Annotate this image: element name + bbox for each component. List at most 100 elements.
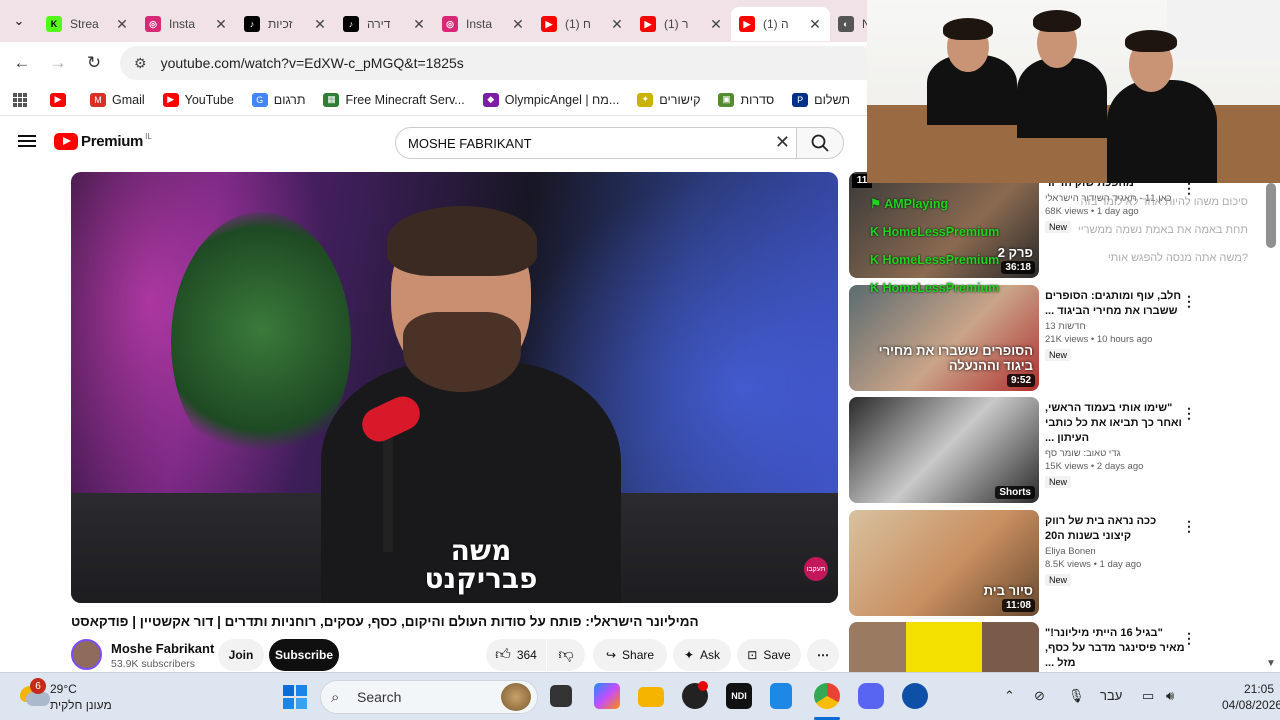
video-thumbnail[interactable]: [849, 622, 1039, 672]
search-button[interactable]: [796, 127, 844, 159]
start-windows-icon[interactable]: [282, 684, 308, 710]
video-thumbnail[interactable]: סיור בית 11:08: [849, 509, 1039, 616]
apps-icon[interactable]: [12, 92, 28, 108]
notepad-icon[interactable]: [770, 683, 792, 709]
channel-name[interactable]: Eliya Bonen: [1045, 546, 1185, 557]
browser-tab[interactable]: ◎ Insta ✕: [434, 7, 533, 41]
new-badge: New: [1045, 476, 1072, 488]
copilot-icon[interactable]: [594, 683, 620, 709]
reload-button[interactable]: ↻: [76, 45, 112, 81]
clock[interactable]: 21:05 04/08/2026: [1222, 681, 1280, 713]
tab-close-icon[interactable]: ✕: [610, 16, 624, 33]
channel-name[interactable]: Moshe Fabrikant: [111, 641, 214, 656]
bookmark-item[interactable]: ▦ Free Minecraft Serv...: [323, 92, 465, 107]
more-actions-button[interactable]: ⋯: [807, 639, 839, 671]
share-button[interactable]: ↪ Share: [593, 639, 667, 671]
bookmark-item[interactable]: ✦ קישורים: [637, 92, 700, 107]
microphone-icon[interactable]: 🎙︎: [1068, 688, 1085, 704]
youtube-premium-logo[interactable]: Premium IL: [54, 132, 152, 150]
more-options-icon[interactable]: ⋮: [1182, 405, 1196, 422]
browser-tab[interactable]: ◎ Insta ✕: [137, 7, 236, 41]
bookmark-item[interactable]: ◆ OlympicAngel | מח...: [482, 92, 619, 107]
tab-close-icon[interactable]: ✕: [709, 16, 723, 33]
recommended-video[interactable]: Shorts "שימו אותי בעמוד הראשי, ואחר כך תב…: [849, 397, 1269, 505]
ndi-icon[interactable]: NDI: [726, 683, 752, 709]
scroll-down-arrow-icon[interactable]: ▼: [1266, 658, 1276, 669]
ghost-line-2: תחת באמה את באמת נשמה ממשריי: [1077, 224, 1248, 236]
browser-tab[interactable]: ▶ (1) ר ✕: [632, 7, 731, 41]
more-options-icon[interactable]: ⋮: [1182, 630, 1196, 647]
recommended-video[interactable]: "בגיל 16 הייתי מיליונר!" מאיר פיסינגר מד…: [849, 622, 1269, 672]
tab-title: (1) ר: [664, 17, 689, 31]
clear-search-icon[interactable]: ✕: [775, 132, 790, 153]
video-title[interactable]: ככה נראה בית של רווק קיצוני בשנות ה20: [1045, 514, 1185, 544]
url-field[interactable]: ⚙ youtube.com/watch?v=EdXW-c_pMGQ&t=1825…: [120, 46, 880, 80]
more-options-icon[interactable]: ⋮: [1182, 293, 1196, 310]
video-title[interactable]: חלב, עוף ומותגים: הסופרים ששברו את מחירי…: [1045, 289, 1185, 319]
site-info-icon[interactable]: ⚙: [134, 55, 147, 72]
channel-name[interactable]: גדי טאוב: שומר סף: [1045, 448, 1185, 459]
bookmark-favicon-icon: ▶: [162, 92, 179, 107]
browser-tab[interactable]: ▶ (1) ח ✕: [533, 7, 632, 41]
channel-name[interactable]: חדשות 13: [1045, 321, 1185, 332]
display-icon[interactable]: ▭: [1142, 688, 1154, 704]
bookmark-favicon-icon: G: [251, 92, 268, 107]
chrome-icon[interactable]: [814, 683, 840, 709]
tab-search-button[interactable]: ⌄: [0, 0, 38, 42]
bookmark-item[interactable]: ▶: [50, 92, 72, 107]
subscribe-button[interactable]: Subscribe: [269, 639, 339, 671]
browser-tab[interactable]: ♪ דירה ✕: [335, 7, 434, 41]
video-player[interactable]: משה פבריקנט תעקבו: [71, 172, 838, 603]
task-view-icon[interactable]: [550, 685, 572, 707]
show-hidden-icons-icon[interactable]: ⌃: [1004, 688, 1015, 704]
browser-tab[interactable]: ▶ (1) ה ✕: [731, 7, 830, 41]
video-title[interactable]: "בגיל 16 הייתי מיליונר!" מאיר פיסינגר מד…: [1045, 626, 1185, 671]
teamviewer-icon[interactable]: [902, 683, 928, 709]
video-thumbnail[interactable]: Shorts: [849, 397, 1039, 503]
browser-tab[interactable]: K Strea ✕: [38, 7, 137, 41]
channel-watermark[interactable]: תעקבו: [804, 557, 828, 581]
tab-close-icon[interactable]: ✕: [214, 16, 228, 33]
tab-close-icon[interactable]: ✕: [313, 16, 327, 33]
tab-close-icon[interactable]: ✕: [412, 16, 426, 33]
url-text: youtube.com/watch?v=EdXW-c_pMGQ&t=1825s: [160, 55, 464, 71]
bookmark-label: תרגום: [273, 92, 306, 107]
volume-icon[interactable]: 🔊︎: [1166, 688, 1174, 704]
overlay-line-1: ⚑ AMPlaying: [870, 197, 949, 211]
search-input[interactable]: MOSHE FABRIKANT ✕: [395, 127, 797, 159]
bookmark-item[interactable]: P תשלום: [792, 92, 850, 107]
bookmark-item[interactable]: M Gmail: [90, 92, 145, 107]
discord-icon[interactable]: [858, 683, 884, 709]
channel-avatar[interactable]: [71, 639, 102, 670]
file-explorer-icon[interactable]: [638, 687, 664, 707]
bookmark-item[interactable]: G תרגום: [251, 92, 306, 107]
sparkle-icon: ✦: [683, 648, 695, 662]
tab-close-icon[interactable]: ✕: [808, 16, 822, 33]
language-indicator[interactable]: עבר: [1100, 688, 1122, 703]
join-button[interactable]: Join: [218, 639, 264, 671]
sidebar-scrollbar[interactable]: [1266, 183, 1276, 248]
taskbar-search[interactable]: ⌕ Search: [320, 680, 538, 714]
more-options-icon[interactable]: ⋮: [1182, 518, 1196, 535]
save-button[interactable]: ⊡ Save: [737, 639, 801, 671]
tab-close-icon[interactable]: ✕: [115, 16, 129, 33]
video-title[interactable]: "שימו אותי בעמוד הראשי, ואחר כך תביאו את…: [1045, 401, 1185, 446]
bookmark-item[interactable]: ▶ YouTube: [162, 92, 234, 107]
subscriber-count: 53.9K subscribers: [111, 658, 196, 670]
back-button[interactable]: ←: [4, 45, 40, 81]
dislike-button[interactable]: 👎︎: [547, 639, 585, 671]
tab-favicon-icon: ◎: [442, 16, 458, 32]
recommended-video[interactable]: סיור בית 11:08 ככה נראה בית של רווק קיצוני…: [849, 509, 1269, 618]
bookmark-item[interactable]: ▣ סדרות: [718, 92, 774, 107]
beard: [403, 312, 521, 392]
menu-icon[interactable]: [18, 132, 36, 150]
network-icon[interactable]: ⊘: [1034, 688, 1045, 704]
browser-tab[interactable]: ♪ זכיות ✕: [236, 7, 335, 41]
tab-favicon-icon: ▶: [739, 16, 755, 32]
tab-close-icon[interactable]: ✕: [511, 16, 525, 33]
ask-label: Ask: [700, 648, 721, 662]
video-meta: "בגיל 16 הייתי מיליונר!" מאיר פיסינגר מד…: [1045, 626, 1185, 672]
ask-button[interactable]: ✦ Ask: [673, 639, 731, 671]
forward-button[interactable]: →: [40, 45, 76, 81]
like-button[interactable]: 👍︎ 364: [486, 639, 546, 671]
